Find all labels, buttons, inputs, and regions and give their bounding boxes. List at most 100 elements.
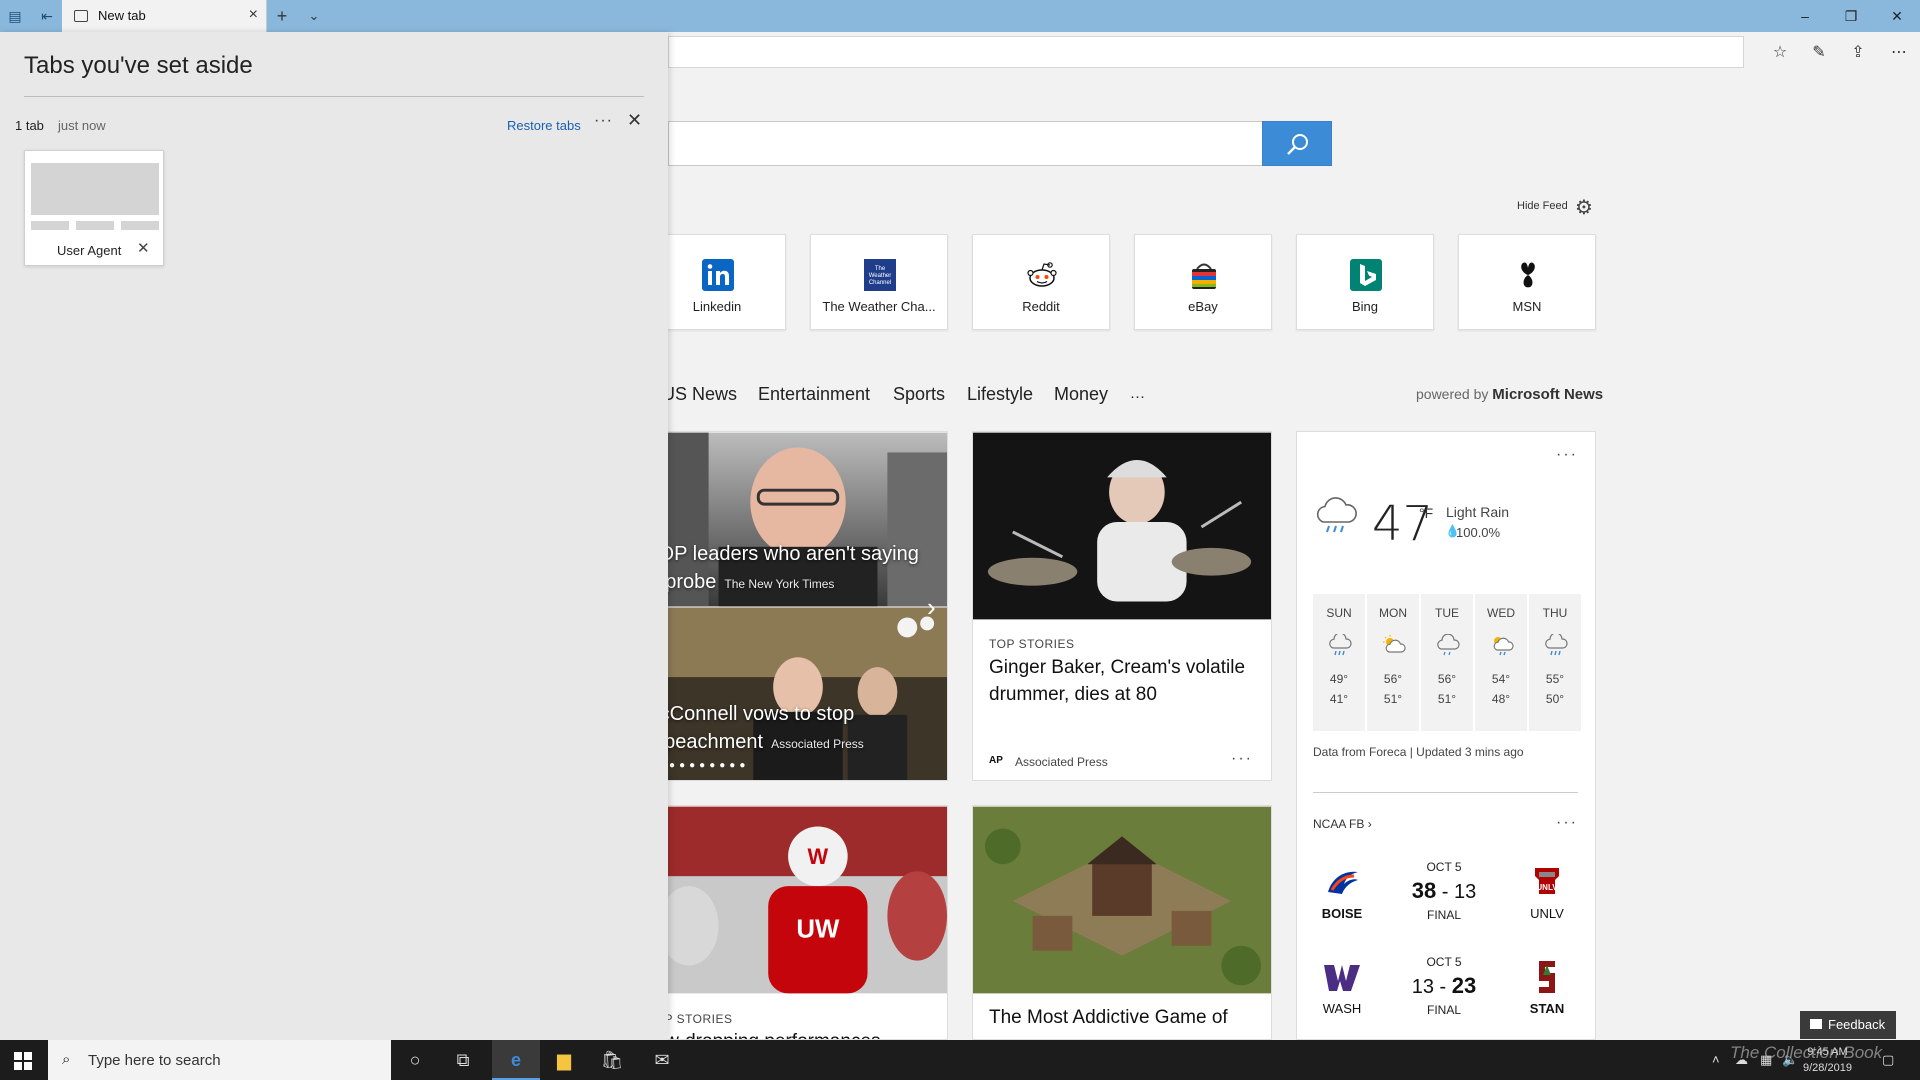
svg-text:Weather: Weather: [869, 273, 892, 279]
team-away[interactable]: UNLV: [1517, 906, 1577, 921]
forecast-day-name: TUE: [1435, 606, 1459, 620]
story-card-ginger-baker[interactable]: TOP STORIES Ginger Baker, Cream's volati…: [972, 431, 1272, 781]
watermark: The Collection Book: [1730, 1043, 1883, 1062]
store-icon[interactable]: 🛍: [588, 1040, 636, 1080]
tabs-aside-icon[interactable]: ▤: [6, 7, 24, 25]
svg-text:W: W: [808, 844, 829, 869]
category-money[interactable]: Money: [1054, 384, 1108, 405]
settings-more-icon[interactable]: ⋯: [1886, 40, 1912, 66]
weather-footer[interactable]: Data from Foreca | Updated 3 mins ago: [1313, 745, 1524, 759]
taskbar-search-placeholder: Type here to search: [88, 1052, 221, 1069]
category-us-news[interactable]: US News: [662, 384, 737, 405]
forecast-low: 50°: [1545, 692, 1565, 706]
forecast-high: 56°: [1383, 672, 1403, 686]
score-home: 38: [1411, 878, 1437, 903]
powered-brand[interactable]: Microsoft News: [1492, 386, 1603, 403]
top-site-ebay[interactable]: eBay: [1134, 234, 1272, 330]
svg-text:UW: UW: [796, 916, 840, 944]
story-more-icon[interactable]: ···: [1231, 750, 1253, 768]
favorites-star-icon[interactable]: ☆: [1767, 40, 1793, 66]
carousel-next-chevron-icon[interactable]: ›: [927, 592, 936, 623]
ap-logo: AP: [989, 755, 1003, 766]
sun-rain-icon: [1493, 637, 1514, 656]
windows-start-icon[interactable]: [14, 1052, 32, 1070]
file-explorer-icon[interactable]: ▆: [540, 1040, 588, 1080]
tab-new-tab[interactable]: New tab ×: [62, 0, 267, 32]
forecast-day[interactable]: THU 55° 50°: [1529, 594, 1581, 731]
team-home[interactable]: BOISE: [1312, 906, 1372, 921]
top-site-weather-channel[interactable]: The Weather Channel The Weather Cha...: [810, 234, 948, 330]
bing-icon: [1350, 259, 1382, 291]
tray-chevron-icon[interactable]: ˄: [1712, 1052, 1720, 1067]
game-score[interactable]: 13 - 23: [1394, 973, 1494, 999]
team-away[interactable]: STAN: [1517, 1001, 1577, 1016]
set-aside-tabs-icon[interactable]: ⇤: [38, 7, 56, 25]
restore-button[interactable]: ❐: [1828, 0, 1874, 32]
story-photo: W UW: [649, 806, 947, 994]
mail-icon[interactable]: ✉: [638, 1040, 686, 1080]
team-home[interactable]: WASH: [1312, 1001, 1372, 1016]
forecast-day[interactable]: WED 54° 48°: [1475, 594, 1527, 731]
story-card-jaw-dropping[interactable]: W UW TOP STORIES Jaw-dropping performanc…: [648, 805, 948, 1040]
carousel-caption-1[interactable]: GOP leaders who aren't saying to probe Th…: [649, 540, 919, 598]
remove-tab-close-icon[interactable]: ✕: [137, 239, 150, 257]
rain-cloud-icon: [1316, 497, 1357, 533]
tab-close-icon[interactable]: ×: [249, 6, 258, 24]
top-site-reddit[interactable]: Reddit: [972, 234, 1110, 330]
boise-state-logo-icon: [1328, 871, 1358, 894]
sports-league: NCAA FB: [1313, 817, 1365, 831]
game-date: OCT 5: [1426, 955, 1462, 969]
sports-more-icon[interactable]: ···: [1556, 814, 1578, 832]
temperature-unit[interactable]: °F: [1419, 505, 1433, 521]
category-more-icon[interactable]: ···: [1130, 388, 1145, 405]
search-icon: [1287, 134, 1308, 155]
carousel-card[interactable]: GOP leaders who aren't saying to probe Th…: [648, 431, 948, 781]
tile-label: MSN: [1512, 299, 1542, 314]
close-window-button[interactable]: ✕: [1874, 0, 1920, 32]
minimize-button[interactable]: –: [1782, 0, 1828, 32]
story-title[interactable]: Jaw-dropping performances: [649, 1028, 915, 1039]
category-entertainment[interactable]: Entertainment: [758, 384, 870, 405]
tab-preview-chevron-icon[interactable]: ⌄: [302, 4, 326, 28]
top-site-msn[interactable]: MSN: [1458, 234, 1596, 330]
forecast-day[interactable]: TUE 56° 51°: [1421, 594, 1473, 731]
story-title[interactable]: The Most Addictive Game of: [989, 1004, 1269, 1031]
tile-label: Reddit: [1022, 299, 1060, 314]
group-more-icon[interactable]: ···: [594, 112, 613, 130]
svg-text:The: The: [875, 266, 886, 272]
story-title[interactable]: Ginger Baker, Cream's volatile drummer, …: [989, 654, 1259, 708]
set-aside-tab-label: User Agent: [57, 243, 122, 258]
share-icon[interactable]: ⇪: [1845, 40, 1871, 66]
forecast-day[interactable]: SUN 49° 41°: [1313, 594, 1365, 731]
feedback-button[interactable]: Feedback: [1800, 1011, 1896, 1039]
carousel-caption-2[interactable]: McConnell vows to stop impeachment Associ…: [649, 700, 864, 758]
weather-channel-icon: TheWeatherChannel: [864, 259, 896, 291]
game-score[interactable]: 38 - 13: [1394, 878, 1494, 904]
forecast-day[interactable]: MON 56° 51°: [1367, 594, 1419, 731]
gear-icon[interactable]: ⚙: [1575, 195, 1593, 220]
category-sports[interactable]: Sports: [893, 384, 945, 405]
bing-search-input[interactable]: [668, 121, 1262, 166]
task-view-icon[interactable]: ⧉: [439, 1040, 487, 1080]
search-button[interactable]: [1262, 121, 1332, 166]
address-bar[interactable]: [668, 36, 1744, 68]
notes-pen-icon[interactable]: ✎: [1806, 40, 1832, 66]
new-tab-button[interactable]: +: [270, 4, 294, 28]
sports-league-link[interactable]: NCAA FB ›: [1313, 817, 1372, 831]
category-lifestyle[interactable]: Lifestyle: [967, 384, 1033, 405]
top-site-linkedin[interactable]: Linkedin: [648, 234, 786, 330]
set-aside-tab-thumbnail[interactable]: User Agent ✕: [24, 150, 164, 266]
notifications-icon[interactable]: ▢: [1882, 1052, 1894, 1068]
svg-text:Channel: Channel: [869, 280, 891, 286]
story-photo: [973, 806, 1271, 994]
weather-more-icon[interactable]: ···: [1556, 446, 1578, 464]
top-site-bing[interactable]: Bing: [1296, 234, 1434, 330]
close-icon[interactable]: ✕: [627, 110, 642, 131]
cortana-icon[interactable]: ○: [391, 1040, 439, 1080]
taskbar-search-box[interactable]: ⌕ Type here to search: [48, 1040, 391, 1080]
restore-tabs-link[interactable]: Restore tabs: [507, 118, 581, 133]
hide-feed-link[interactable]: Hide Feed: [1517, 200, 1568, 212]
edge-browser-icon[interactable]: e: [492, 1040, 540, 1080]
tab-group-count: 1 tab: [15, 118, 44, 133]
story-card-addictive-game[interactable]: The Most Addictive Game of: [972, 805, 1272, 1040]
